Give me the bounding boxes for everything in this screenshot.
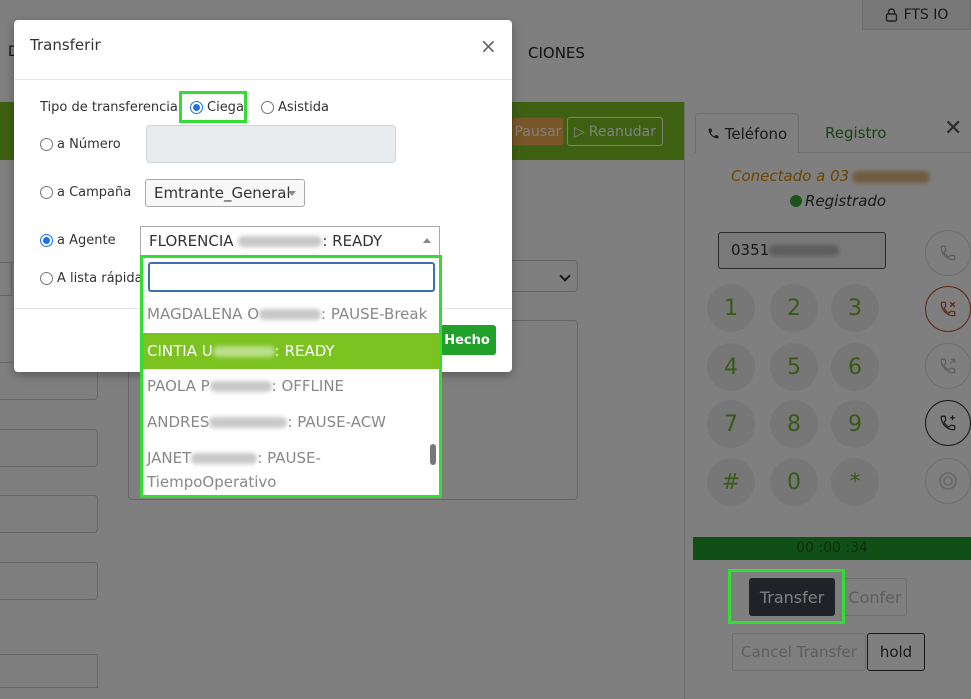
agent-option-suffix: : PAUSE-Break (321, 305, 428, 323)
agent-option-suffix: : READY (274, 342, 335, 360)
radio-to-campaign[interactable]: a Campaña (40, 185, 131, 200)
transfer-type-label: Tipo de transferencia: (40, 100, 183, 115)
agent-option-suffix: : PAUSE- (257, 449, 321, 467)
chevron-up-icon (423, 238, 431, 243)
agent-dropdown: MAGDALENA O : PAUSE-Break CINTIA U : READY… (140, 255, 442, 498)
agent-option[interactable]: PAOLA P : OFFLINE (143, 374, 439, 398)
agent-option-selected[interactable]: CINTIA U : READY (143, 333, 439, 369)
agent-option-suffix: : OFFLINE (271, 377, 345, 395)
number-input[interactable] (146, 125, 396, 163)
redacted-name (238, 236, 323, 247)
radio-to-agent[interactable]: a Agente (40, 233, 116, 248)
radio-to-number-label: a Número (57, 137, 121, 152)
redacted-name (259, 309, 322, 320)
agent-option-suffix: : PAUSE-ACW (287, 413, 387, 431)
redacted-name (209, 381, 272, 392)
agent-option-prefix: CINTIA U (147, 342, 213, 360)
radio-to-agent-label: a Agente (57, 233, 116, 248)
redacted-name (212, 346, 275, 357)
close-icon[interactable]: × (480, 36, 497, 56)
radio-to-quicklist-label: A lista rápida (57, 271, 143, 286)
agent-option-prefix: PAOLA P (147, 377, 210, 395)
agent-select[interactable]: FLORENCIA : READY (140, 226, 440, 255)
chevron-down-icon (288, 191, 296, 196)
agent-select-value-prefix: FLORENCIA (149, 232, 234, 250)
radio-circle[interactable] (40, 186, 53, 199)
radio-circle[interactable] (40, 138, 53, 151)
redacted-name (191, 453, 258, 464)
radio-to-campaign-label: a Campaña (57, 185, 132, 200)
redacted-name (209, 417, 288, 428)
agent-option[interactable]: ANDRES : PAUSE-ACW (143, 410, 439, 434)
highlight-box (179, 91, 247, 123)
agent-option[interactable]: JANET : PAUSE- TiempoOperativo (143, 446, 439, 494)
agent-option[interactable]: MAGDALENA O : PAUSE-Break (143, 302, 439, 326)
dropdown-scrollbar[interactable] (430, 444, 436, 465)
campaign-select[interactable]: Emtrante_General (145, 179, 305, 207)
campaign-select-value: Emtrante_General (154, 184, 291, 202)
radio-circle[interactable] (40, 234, 53, 247)
agent-select-value-suffix: : READY (322, 232, 383, 250)
radio-circle[interactable] (261, 101, 274, 114)
modal-title: Transferir (30, 36, 101, 54)
agent-option-prefix: MAGDALENA O (147, 305, 260, 323)
done-button[interactable]: Hecho (438, 325, 496, 355)
radio-to-number[interactable]: a Número (40, 137, 121, 152)
agent-option-prefix: ANDRES (147, 413, 210, 431)
radio-to-quicklist[interactable]: A lista rápida (40, 271, 143, 286)
agent-search-input[interactable] (148, 262, 435, 292)
highlight-box (728, 569, 845, 624)
modal-divider (14, 79, 512, 80)
radio-assisted[interactable]: Asistida (261, 100, 329, 115)
agent-option-line2: TiempoOperativo (147, 473, 277, 491)
agent-option-prefix: JANET (147, 449, 192, 467)
radio-assisted-label: Asistida (278, 100, 329, 115)
radio-circle[interactable] (40, 272, 53, 285)
